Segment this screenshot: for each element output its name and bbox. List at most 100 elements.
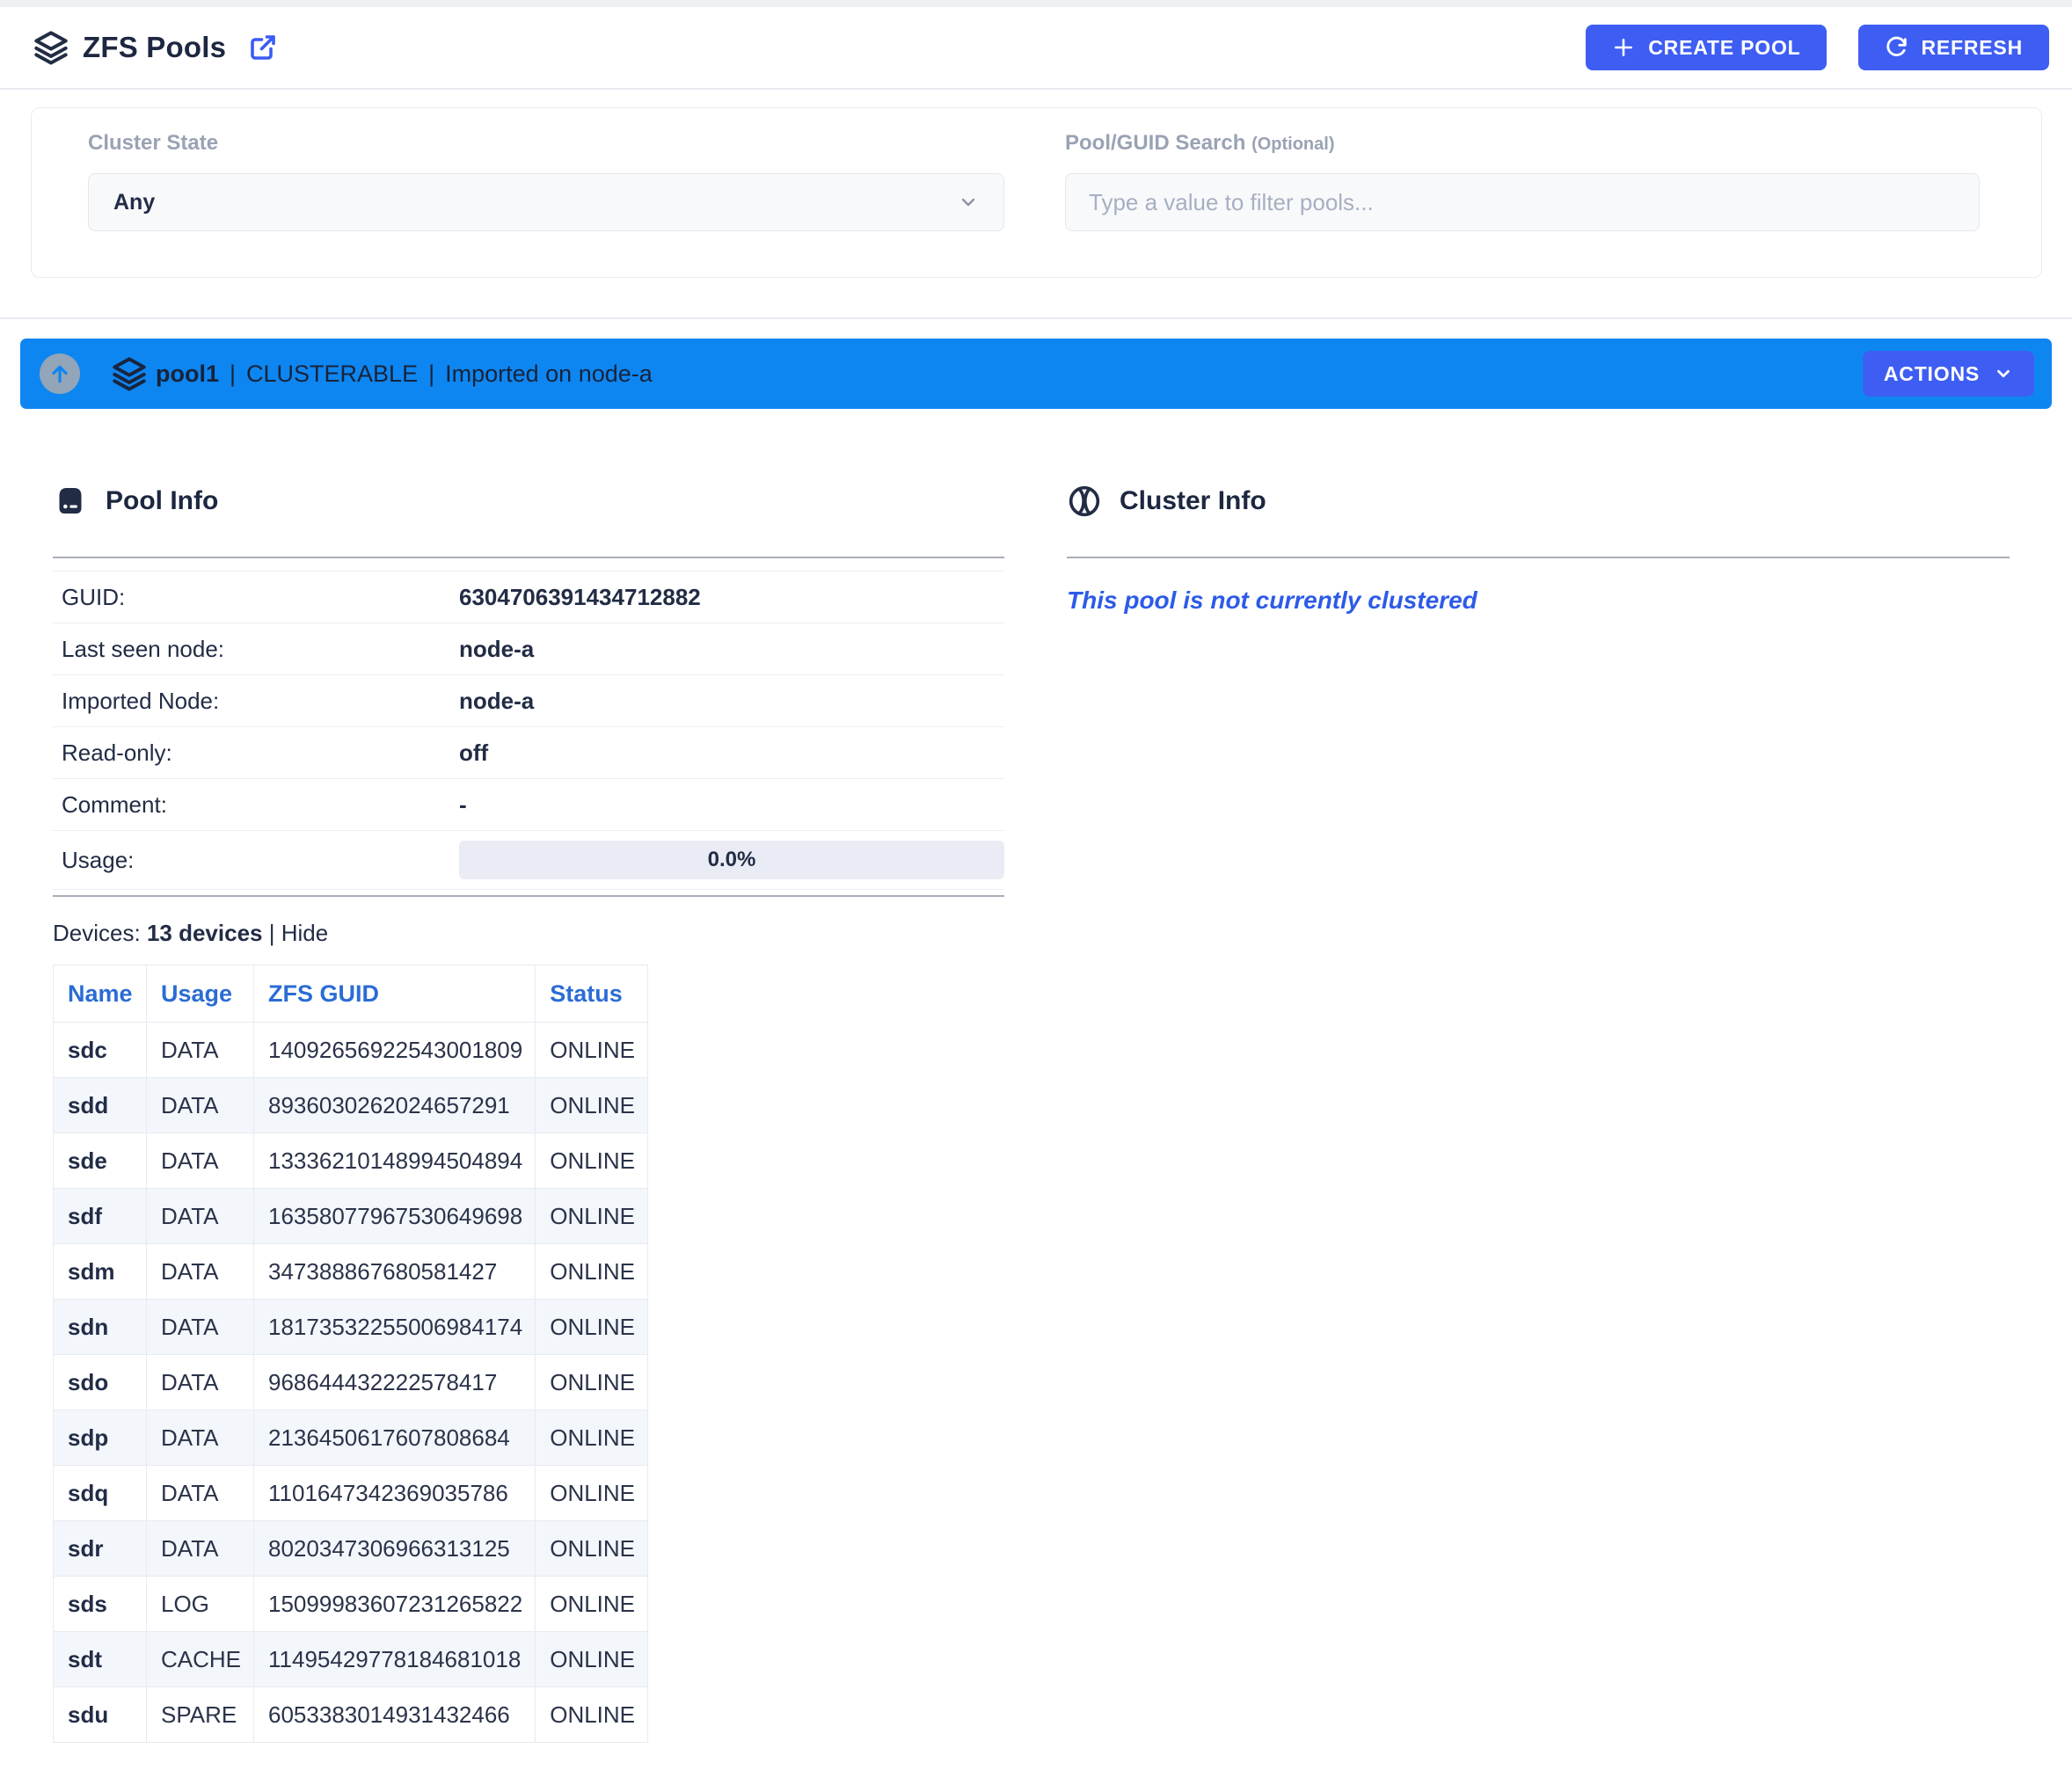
device-cell-status: ONLINE: [536, 1687, 648, 1743]
device-cell-status: ONLINE: [536, 1355, 648, 1410]
refresh-label: REFRESH: [1921, 36, 2023, 60]
page-divider: [0, 317, 2072, 319]
device-cell-guid: 16358077967530649698: [254, 1189, 536, 1244]
cluster-info-header: Cluster Info: [1067, 479, 2010, 523]
pool-guid-search-input[interactable]: [1065, 173, 1980, 231]
cluster-state-value: Any: [113, 190, 155, 215]
devices-summary-line: Devices: 13 devices | Hide: [53, 920, 1004, 947]
device-cell-guid: 13336210148994504894: [254, 1133, 536, 1189]
device-row: sdfDATA16358077967530649698ONLINE: [54, 1189, 648, 1244]
devices-header-row: NameUsageZFS GUIDStatus: [54, 965, 648, 1023]
hard-drive-icon: [53, 484, 88, 519]
device-cell-guid: 14092656922543001809: [254, 1023, 536, 1078]
pool-info-title: Pool Info: [106, 486, 218, 516]
info-row-imported-node: Imported Node: node-a: [53, 675, 1004, 727]
device-cell-guid: 18173532255006984174: [254, 1300, 536, 1355]
pool-name: pool1: [156, 361, 219, 388]
device-cell-name: sdf: [54, 1189, 147, 1244]
arrow-up-icon: [48, 362, 71, 385]
info-label: Usage:: [53, 847, 459, 874]
pool-bar-text: pool1 | CLUSTERABLE | Imported on node-a: [156, 361, 653, 388]
devices-column-header-status[interactable]: Status: [536, 965, 648, 1023]
device-cell-name: sdq: [54, 1466, 147, 1521]
device-cell-status: ONLINE: [536, 1189, 648, 1244]
device-cell-guid: 11495429778184681018: [254, 1632, 536, 1687]
cluster-state-label: Cluster State: [88, 131, 218, 156]
device-cell-status: ONLINE: [536, 1244, 648, 1300]
table-spacer: [53, 558, 1004, 572]
device-row: sdpDATA2136450617607808684ONLINE: [54, 1410, 648, 1466]
layers-icon: [33, 30, 69, 65]
device-cell-name: sdt: [54, 1632, 147, 1687]
info-label: Last seen node:: [53, 636, 459, 663]
topbar: ZFS Pools CREATE POOL: [0, 7, 2072, 90]
device-cell-status: ONLINE: [536, 1466, 648, 1521]
cluster-status-message: This pool is not currently clustered: [1067, 586, 2010, 615]
pool-guid-search-label: Pool/GUID Search (Optional): [1065, 131, 1335, 156]
refresh-button[interactable]: REFRESH: [1858, 25, 2049, 70]
device-cell-usage: DATA: [147, 1466, 254, 1521]
globe-icon: [1067, 484, 1102, 519]
info-row-usage: Usage: 0.0%: [53, 831, 1004, 890]
device-cell-usage: SPARE: [147, 1687, 254, 1743]
device-cell-usage: CACHE: [147, 1632, 254, 1687]
info-row-guid: GUID: 6304706391434712882: [53, 572, 1004, 623]
pool-info-table: GUID: 6304706391434712882 Last seen node…: [53, 558, 1004, 897]
create-pool-button[interactable]: CREATE POOL: [1586, 25, 1827, 70]
info-row-last-seen-node: Last seen node: node-a: [53, 623, 1004, 675]
topbar-actions: CREATE POOL REFRESH: [1586, 25, 2049, 70]
device-cell-status: ONLINE: [536, 1410, 648, 1466]
device-cell-name: sdp: [54, 1410, 147, 1466]
actions-label: ACTIONS: [1884, 362, 1980, 386]
device-row: sddDATA8936030262024657291ONLINE: [54, 1078, 648, 1133]
devices-table: NameUsageZFS GUIDStatus sdcDATA140926569…: [53, 965, 648, 1743]
search-label-text: Pool/GUID Search: [1065, 131, 1245, 155]
actions-button[interactable]: ACTIONS: [1863, 351, 2034, 397]
info-value: 6304706391434712882: [459, 584, 701, 611]
device-cell-name: sdm: [54, 1244, 147, 1300]
device-cell-status: ONLINE: [536, 1577, 648, 1632]
device-cell-name: sds: [54, 1577, 147, 1632]
plus-icon: [1612, 36, 1635, 59]
device-cell-name: sdr: [54, 1521, 147, 1577]
device-cell-status: ONLINE: [536, 1133, 648, 1189]
device-cell-guid: 8020347306966313125: [254, 1521, 536, 1577]
usage-percentage: 0.0%: [708, 848, 756, 872]
refresh-icon: [1885, 36, 1908, 59]
info-label: Comment:: [53, 791, 459, 819]
info-value: node-a: [459, 688, 534, 715]
info-value: off: [459, 739, 488, 767]
device-row: sdeDATA13336210148994504894ONLINE: [54, 1133, 648, 1189]
info-value: node-a: [459, 636, 534, 663]
device-cell-usage: DATA: [147, 1133, 254, 1189]
devices-column-header-name[interactable]: Name: [54, 965, 147, 1023]
devices-prefix: Devices:: [53, 920, 141, 946]
devices-hide-toggle[interactable]: Hide: [281, 920, 328, 946]
device-cell-name: sdd: [54, 1078, 147, 1133]
device-row: sdcDATA14092656922543001809ONLINE: [54, 1023, 648, 1078]
device-cell-guid: 347388867680581427: [254, 1244, 536, 1300]
cluster-info-title: Cluster Info: [1120, 486, 1266, 516]
device-cell-guid: 8936030262024657291: [254, 1078, 536, 1133]
page-title: ZFS Pools: [83, 31, 226, 64]
device-cell-usage: DATA: [147, 1300, 254, 1355]
info-row-read-only: Read-only: off: [53, 727, 1004, 779]
device-row: sduSPARE6053383014931432466ONLINE: [54, 1687, 648, 1743]
device-cell-guid: 2136450617607808684: [254, 1410, 536, 1466]
collapse-pool-button[interactable]: [40, 353, 80, 394]
device-cell-guid: 1101647342369035786: [254, 1466, 536, 1521]
pool-info-header: Pool Info: [53, 479, 1004, 523]
cluster-state-select[interactable]: Any: [88, 173, 1004, 231]
devices-column-header-guid[interactable]: ZFS GUID: [254, 965, 536, 1023]
external-link-icon[interactable]: [247, 32, 279, 63]
info-value: -: [459, 791, 467, 819]
cluster-info-section: Cluster Info This pool is not currently …: [1067, 479, 2010, 615]
device-cell-status: ONLINE: [536, 1300, 648, 1355]
separator: |: [230, 361, 236, 388]
device-cell-name: sde: [54, 1133, 147, 1189]
pool-state: CLUSTERABLE: [246, 361, 418, 388]
device-cell-name: sdu: [54, 1687, 147, 1743]
info-label: GUID:: [53, 584, 459, 611]
devices-column-header-usage[interactable]: Usage: [147, 965, 254, 1023]
pool-imported-on: Imported on node-a: [445, 361, 653, 388]
